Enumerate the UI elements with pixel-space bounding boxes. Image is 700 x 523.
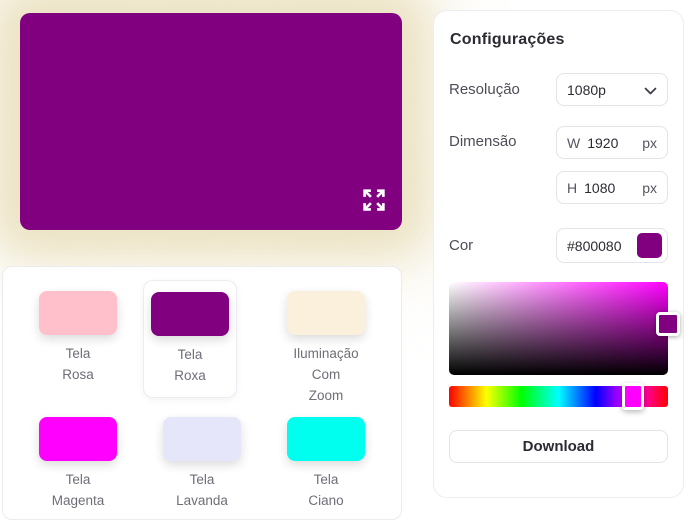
width-prefix: W (567, 134, 581, 151)
color-label: Cor (449, 237, 474, 254)
color-swatch (151, 292, 229, 336)
preset-label: Tela Ciano (308, 472, 344, 509)
hex-color-value: #800080 (567, 237, 622, 254)
preset-label: Iluminação Com Zoom (293, 346, 359, 403)
preset-tela-magenta[interactable]: Tela Magenta (19, 409, 137, 512)
width-value: 1920 (587, 134, 619, 151)
expand-arrows-icon (359, 185, 389, 215)
resolution-label: Resolução (449, 81, 520, 98)
height-prefix: H (567, 179, 578, 196)
color-swatch (287, 417, 365, 462)
color-swatch (287, 291, 365, 335)
saturation-handle[interactable] (656, 312, 680, 336)
panel-title: Configurações (450, 31, 565, 48)
resolution-select[interactable]: 1080p (556, 73, 668, 106)
color-swatch (163, 417, 241, 462)
resolution-value: 1080p (567, 81, 606, 98)
preset-tela-ciano[interactable]: Tela Ciano (267, 409, 385, 512)
download-button[interactable]: Download (449, 430, 668, 463)
preset-label: Tela Lavanda (176, 472, 228, 509)
preset-tela-lavanda[interactable]: Tela Lavanda (143, 409, 261, 512)
width-unit: px (642, 134, 657, 151)
fullscreen-button[interactable] (357, 183, 391, 217)
chevron-down-icon (644, 82, 657, 98)
color-swatch (39, 291, 117, 335)
height-value: 1080 (584, 179, 616, 196)
hue-handle[interactable] (622, 383, 644, 410)
preset-label: Tela Roxa (174, 347, 206, 383)
height-input[interactable]: H 1080 px (556, 171, 668, 204)
preset-label: Tela Rosa (62, 346, 94, 382)
width-input[interactable]: W 1920 px (556, 126, 668, 159)
saturation-value-picker[interactable] (449, 282, 680, 375)
preset-tela-roxa[interactable]: Tela Roxa (143, 280, 237, 398)
color-preview-screen (20, 13, 402, 230)
hue-slider[interactable] (449, 383, 668, 410)
current-color-swatch (637, 233, 662, 258)
dimension-label: Dimensão (449, 133, 517, 150)
height-unit: px (642, 179, 657, 196)
hex-color-input[interactable]: #800080 (556, 228, 668, 263)
preset-label: Tela Magenta (51, 472, 105, 509)
settings-panel: Configurações Resolução 1080p Dimensão W… (433, 10, 684, 498)
preset-palette-card: Tela Rosa Tela Roxa Iluminação Com Zoom … (2, 266, 402, 520)
preset-iluminacao-com-zoom[interactable]: Iluminação Com Zoom (267, 275, 385, 407)
preset-tela-rosa[interactable]: Tela Rosa (19, 275, 137, 386)
color-swatch (39, 417, 117, 462)
